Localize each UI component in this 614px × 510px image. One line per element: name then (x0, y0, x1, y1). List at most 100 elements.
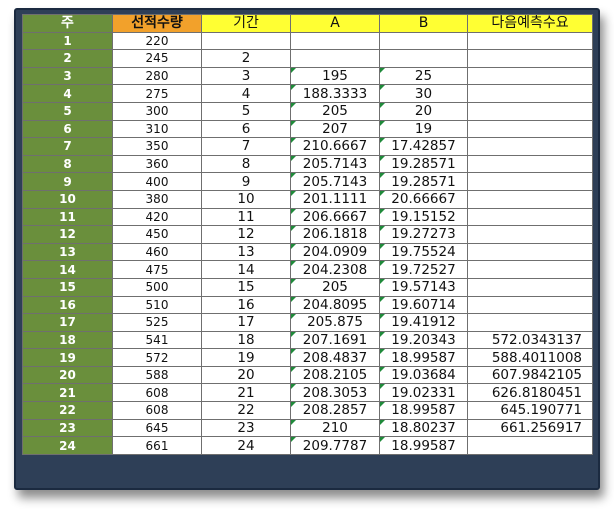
cell-a[interactable]: 210.6667 (290, 137, 380, 156)
cell-shipment-qty[interactable]: 541 (112, 330, 202, 350)
cell-forecast[interactable] (467, 119, 593, 139)
cell-week[interactable]: 15 (22, 277, 113, 297)
cell-b[interactable]: 19.02331 (379, 383, 468, 403)
cell-week[interactable]: 9 (22, 172, 113, 191)
cell-week[interactable]: 24 (22, 436, 113, 455)
cell-shipment-qty[interactable]: 360 (112, 154, 202, 174)
cell-b[interactable]: 19.60714 (379, 295, 468, 315)
cell-a[interactable]: 207 (290, 119, 380, 139)
cell-forecast[interactable]: 572.0343137 (467, 330, 593, 350)
cell-b[interactable]: 19.72527 (379, 260, 468, 279)
cell-period[interactable]: 8 (201, 154, 291, 174)
cell-week[interactable]: 11 (22, 207, 113, 227)
header-shipment-qty[interactable]: 선적수량 (112, 14, 202, 33)
cell-forecast[interactable]: 661.256917 (467, 418, 593, 438)
cell-forecast[interactable] (467, 101, 593, 121)
cell-forecast[interactable] (467, 260, 593, 279)
cell-a[interactable]: 205.875 (290, 313, 380, 332)
cell-week[interactable]: 12 (22, 225, 113, 244)
cell-a[interactable]: 205.7143 (290, 172, 380, 191)
cell-forecast[interactable]: 588.4011008 (467, 348, 593, 367)
cell-a[interactable]: 188.3333 (290, 84, 380, 103)
cell-b[interactable]: 18.99587 (379, 348, 468, 367)
cell-week[interactable]: 7 (22, 137, 113, 156)
cell-period[interactable]: 22 (201, 401, 291, 420)
cell-period[interactable]: 9 (201, 172, 291, 191)
cell-a[interactable]: 204.2308 (290, 260, 380, 279)
cell-week[interactable]: 20 (22, 365, 113, 385)
cell-forecast[interactable] (467, 277, 593, 297)
cell-a[interactable]: 209.7787 (290, 436, 380, 455)
cell-b[interactable]: 19.15152 (379, 207, 468, 227)
cell-b[interactable]: 19 (379, 119, 468, 139)
cell-period[interactable]: 3 (201, 66, 291, 86)
cell-b[interactable]: 20.66667 (379, 189, 468, 209)
cell-week[interactable]: 1 (22, 31, 113, 51)
cell-a[interactable]: 204.8095 (290, 295, 380, 315)
cell-shipment-qty[interactable]: 525 (112, 313, 202, 332)
cell-forecast[interactable] (467, 436, 593, 455)
cell-period[interactable]: 5 (201, 101, 291, 121)
cell-b[interactable]: 18.80237 (379, 418, 468, 438)
cell-week[interactable]: 10 (22, 189, 113, 209)
header-week[interactable]: 주 (22, 14, 113, 33)
cell-period[interactable]: 14 (201, 260, 291, 279)
header-b[interactable]: B (379, 14, 468, 33)
cell-shipment-qty[interactable]: 645 (112, 418, 202, 438)
cell-shipment-qty[interactable]: 300 (112, 101, 202, 121)
cell-b[interactable]: 19.27273 (379, 225, 468, 244)
cell-period[interactable]: 11 (201, 207, 291, 227)
cell-period[interactable]: 7 (201, 137, 291, 156)
cell-shipment-qty[interactable]: 420 (112, 207, 202, 227)
cell-forecast[interactable] (467, 242, 593, 262)
cell-forecast[interactable] (467, 66, 593, 86)
cell-b[interactable]: 20 (379, 101, 468, 121)
cell-period[interactable] (201, 31, 291, 51)
cell-shipment-qty[interactable]: 245 (112, 49, 202, 68)
cell-period[interactable]: 6 (201, 119, 291, 139)
cell-b[interactable]: 19.03684 (379, 365, 468, 385)
cell-week[interactable]: 19 (22, 348, 113, 367)
cell-b[interactable]: 25 (379, 66, 468, 86)
cell-forecast[interactable]: 645.190771 (467, 401, 593, 420)
cell-a[interactable]: 207.1691 (290, 330, 380, 350)
cell-shipment-qty[interactable]: 280 (112, 66, 202, 86)
cell-week[interactable]: 18 (22, 330, 113, 350)
cell-b[interactable]: 18.99587 (379, 436, 468, 455)
cell-period[interactable]: 10 (201, 189, 291, 209)
cell-week[interactable]: 23 (22, 418, 113, 438)
cell-period[interactable]: 21 (201, 383, 291, 403)
cell-forecast[interactable] (467, 225, 593, 244)
cell-period[interactable]: 19 (201, 348, 291, 367)
cell-forecast[interactable] (467, 295, 593, 315)
header-next-forecast[interactable]: 다음예측수요 (467, 14, 593, 33)
cell-shipment-qty[interactable]: 510 (112, 295, 202, 315)
cell-shipment-qty[interactable]: 572 (112, 348, 202, 367)
cell-a[interactable]: 210 (290, 418, 380, 438)
cell-a[interactable]: 208.2857 (290, 401, 380, 420)
cell-a[interactable]: 208.2105 (290, 365, 380, 385)
cell-week[interactable]: 17 (22, 313, 113, 332)
cell-b[interactable]: 19.41912 (379, 313, 468, 332)
cell-a[interactable]: 205 (290, 101, 380, 121)
cell-period[interactable]: 13 (201, 242, 291, 262)
cell-shipment-qty[interactable]: 460 (112, 242, 202, 262)
cell-a[interactable]: 195 (290, 66, 380, 86)
cell-forecast[interactable] (467, 189, 593, 209)
cell-forecast[interactable] (467, 154, 593, 174)
cell-b[interactable]: 30 (379, 84, 468, 103)
cell-b[interactable] (379, 31, 468, 51)
cell-period[interactable]: 12 (201, 225, 291, 244)
cell-week[interactable]: 16 (22, 295, 113, 315)
cell-shipment-qty[interactable]: 275 (112, 84, 202, 103)
cell-a[interactable]: 206.6667 (290, 207, 380, 227)
cell-a[interactable]: 201.1111 (290, 189, 380, 209)
cell-forecast[interactable] (467, 207, 593, 227)
cell-forecast[interactable] (467, 137, 593, 156)
cell-week[interactable]: 14 (22, 260, 113, 279)
cell-shipment-qty[interactable]: 450 (112, 225, 202, 244)
cell-a[interactable]: 204.0909 (290, 242, 380, 262)
cell-shipment-qty[interactable]: 350 (112, 137, 202, 156)
cell-period[interactable]: 15 (201, 277, 291, 297)
cell-period[interactable]: 17 (201, 313, 291, 332)
